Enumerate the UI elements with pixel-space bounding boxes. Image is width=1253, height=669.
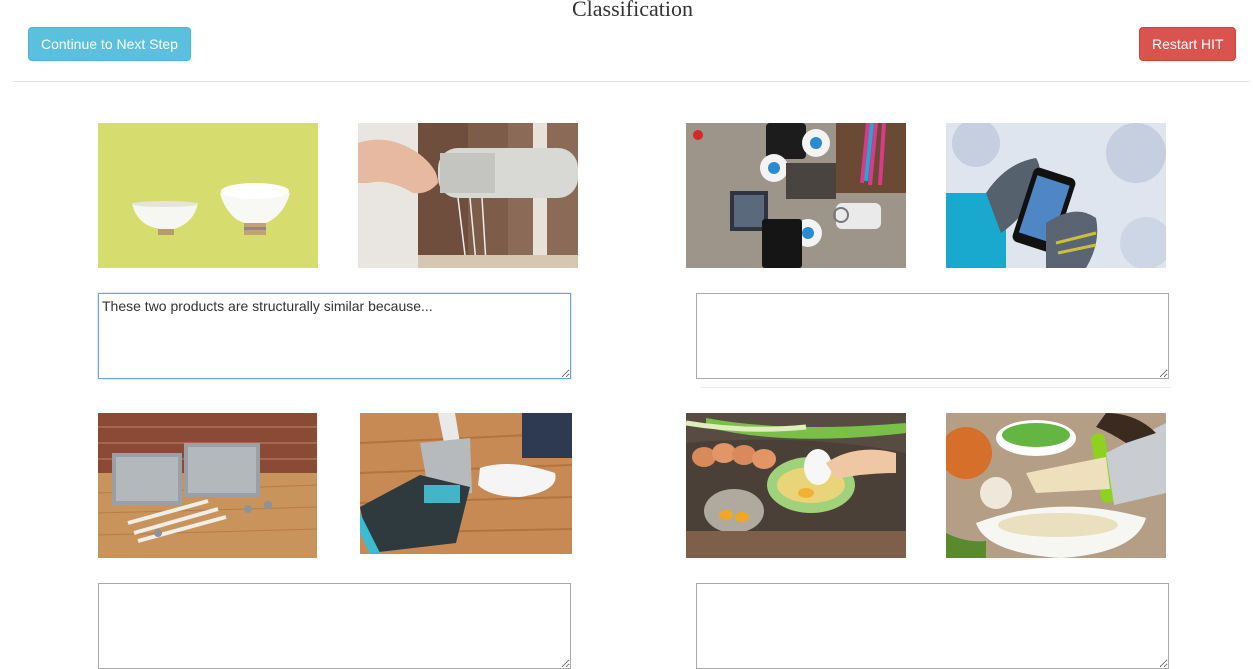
grater-product-image (358, 123, 578, 268)
pair-4-answer-textarea[interactable] (696, 583, 1169, 669)
phone-gloves-product-image (946, 123, 1166, 268)
pair-3-answer-textarea[interactable] (98, 583, 571, 669)
restart-hit-button[interactable]: Restart HIT (1139, 27, 1236, 61)
pair-1-answer-textarea[interactable] (98, 293, 571, 379)
folding-shelf-product-image (98, 413, 317, 558)
power-strip-product-image (686, 123, 906, 268)
herb-chopper-product-image (946, 413, 1166, 558)
continue-to-next-step-button[interactable]: Continue to Next Step (28, 27, 191, 61)
row-divider (700, 387, 1170, 388)
dustpan-product-image (360, 413, 572, 554)
pair-2-answer-textarea[interactable] (696, 293, 1169, 379)
bowl-product-image (98, 123, 318, 268)
egg-separator-product-image (686, 413, 906, 558)
page-title: Classification (572, 0, 693, 21)
header-divider (13, 81, 1250, 82)
